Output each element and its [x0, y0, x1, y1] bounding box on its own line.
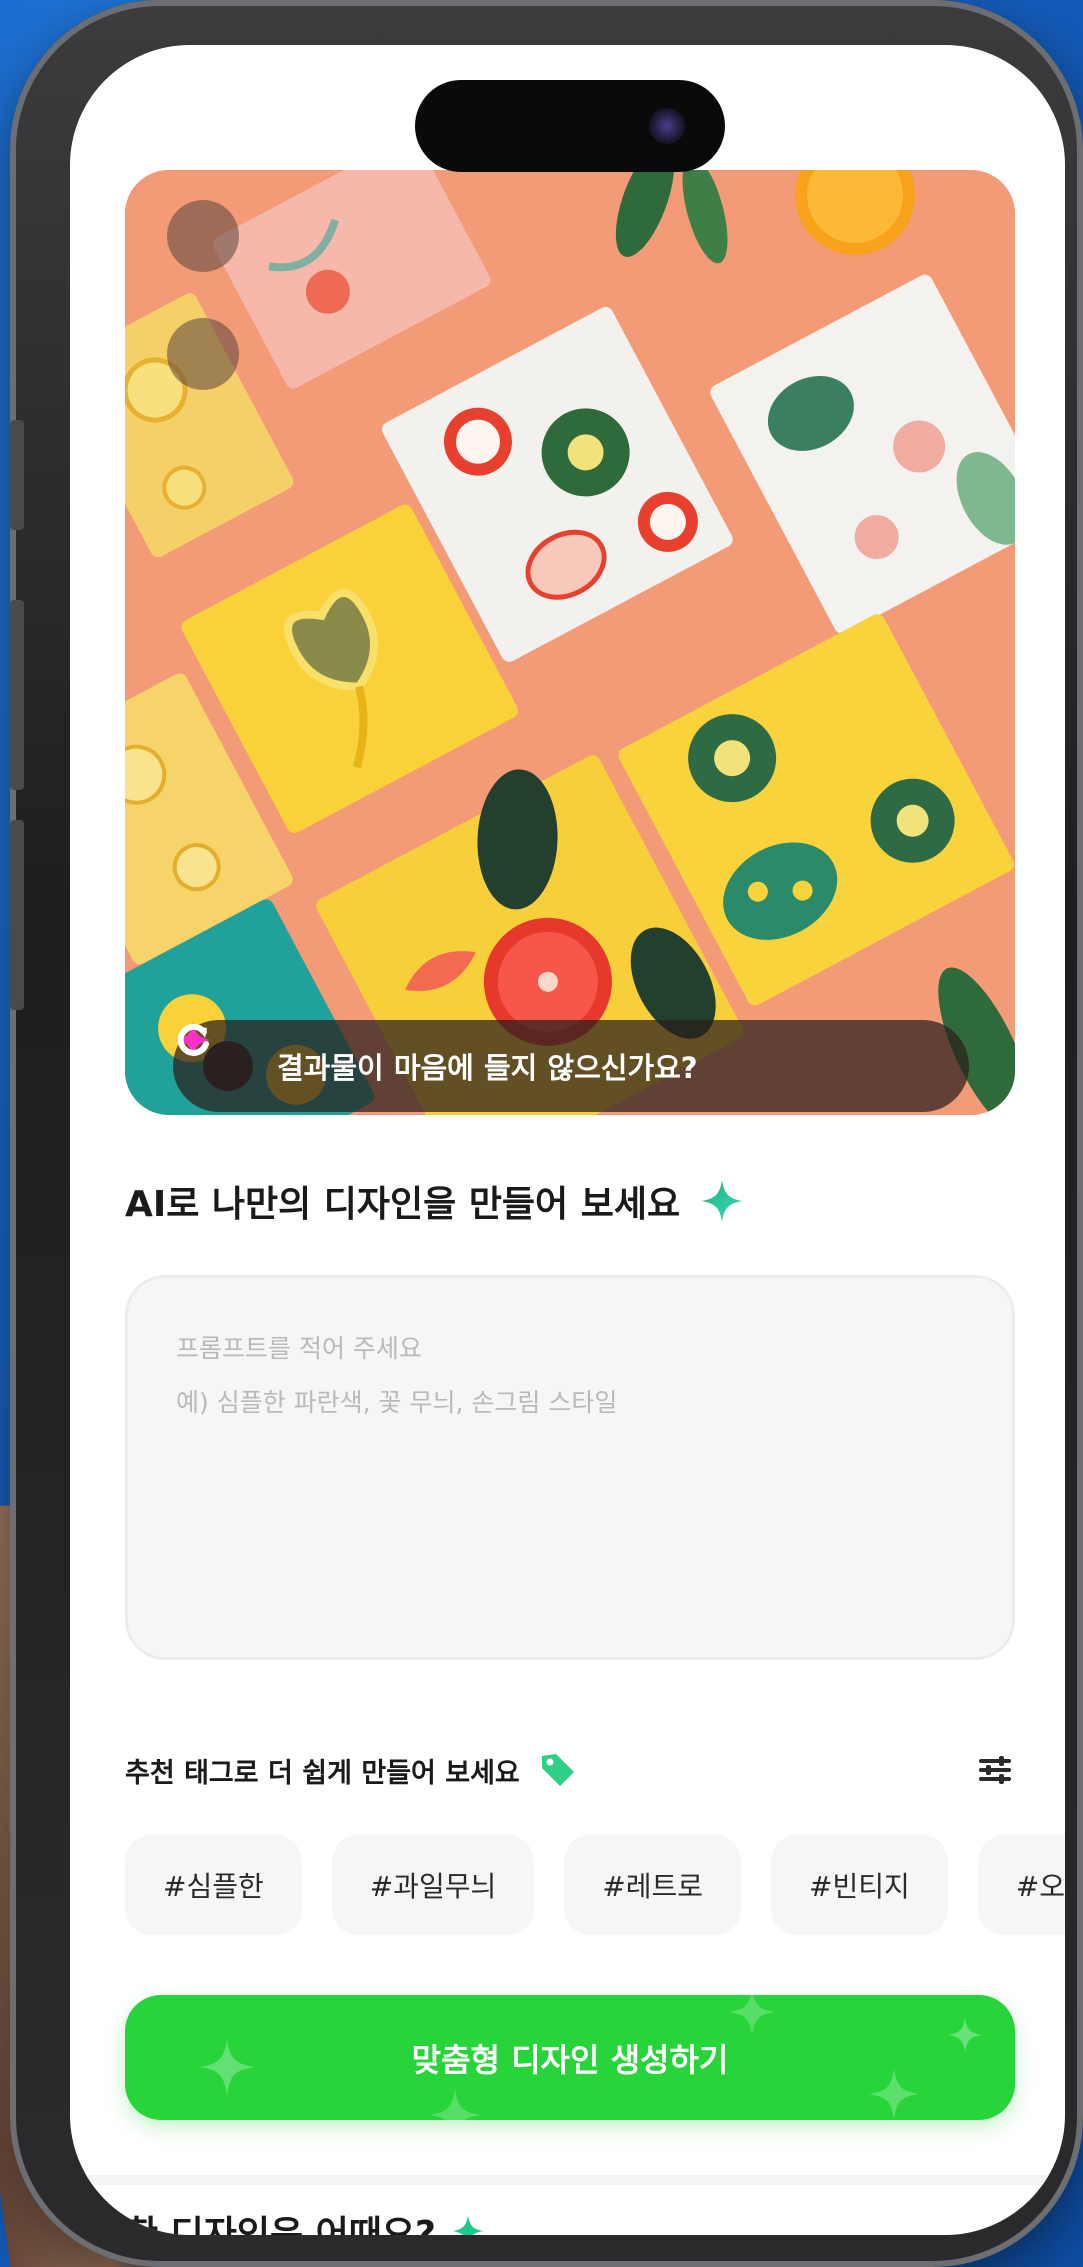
tag-chip[interactable]: #빈티지 [771, 1835, 948, 1935]
generate-design-label: 맞춤형 디자인 생성하기 [411, 2040, 729, 2079]
phone-frame: 결과물이 마음에 들지 않으신가요? AI로 나만의 디자인을 만들어 보세요 [10, 0, 1083, 2267]
sparkle-icon [701, 1180, 744, 1222]
tag-chip[interactable]: #과일무늬 [331, 1835, 535, 1935]
tag-icon [541, 1754, 574, 1786]
sparkle-decor-icon [199, 2039, 255, 2095]
camera-icon [649, 108, 685, 144]
dynamic-island [415, 80, 725, 172]
side-button [10, 600, 24, 790]
tags-row: #심플한 #과일무늬 #레트로 #빈티지 #오렌 [125, 1835, 1065, 1935]
prompt-placeholder-line1: 프롬프트를 적어 주세요 [176, 1334, 422, 1363]
refresh-icon[interactable] [177, 1023, 939, 1091]
create-headline: AI로 나만의 디자인을 만들어 보세요 [125, 1175, 746, 1227]
section-divider [70, 2175, 1065, 2185]
image-thumb-dot[interactable] [167, 318, 239, 390]
phone-screen: 결과물이 마음에 들지 않으신가요? AI로 나만의 디자인을 만들어 보세요 [70, 45, 1065, 2235]
hero-image: 결과물이 마음에 들지 않으신가요? [125, 170, 1015, 1115]
prompt-input[interactable]: 프롬프트를 적어 주세요 예) 심플한 파란색, 꽃 무늬, 손그림 스타일 [125, 1275, 1015, 1660]
tag-chip[interactable]: #레트로 [564, 1835, 742, 1935]
next-section-text: 한 디자인은 어때요? [125, 2214, 436, 2235]
sparkle-decor-icon [947, 2017, 983, 2053]
tag-chip[interactable]: #오렌 [977, 1835, 1065, 1935]
side-button [10, 820, 24, 1010]
side-button [10, 420, 24, 530]
regenerate-prompt-text: 결과물이 마음에 들지 않으신가요? [277, 1051, 698, 1085]
sparkle-decor-icon [868, 2068, 920, 2120]
next-section-title: 한 디자인은 어때요? [125, 2205, 486, 2235]
sliders-icon[interactable] [975, 1750, 1015, 1790]
sparkle-icon [452, 2215, 484, 2235]
headline-text: AI로 나만의 디자인을 만들어 보세요 [125, 1184, 681, 1225]
tags-header: 추천 태그로 더 쉽게 만들어 보세요 [125, 1745, 1015, 1795]
prompt-placeholder-line2: 예) 심플한 파란색, 꽃 무늬, 손그림 스타일 [176, 1388, 618, 1417]
image-thumb-dot[interactable] [167, 200, 239, 272]
tags-title: 추천 태그로 더 쉽게 만들어 보세요 [125, 1757, 520, 1789]
sparkle-decor-icon [428, 2088, 482, 2120]
tag-chip[interactable]: #심플한 [125, 1835, 302, 1935]
generate-design-button[interactable]: 맞춤형 디자인 생성하기 [125, 1995, 1015, 2120]
regenerate-bar[interactable]: 결과물이 마음에 들지 않으신가요? [173, 1020, 969, 1112]
gift-boxes-illustration [125, 170, 1015, 1115]
sparkle-decor-icon [728, 1995, 776, 2036]
